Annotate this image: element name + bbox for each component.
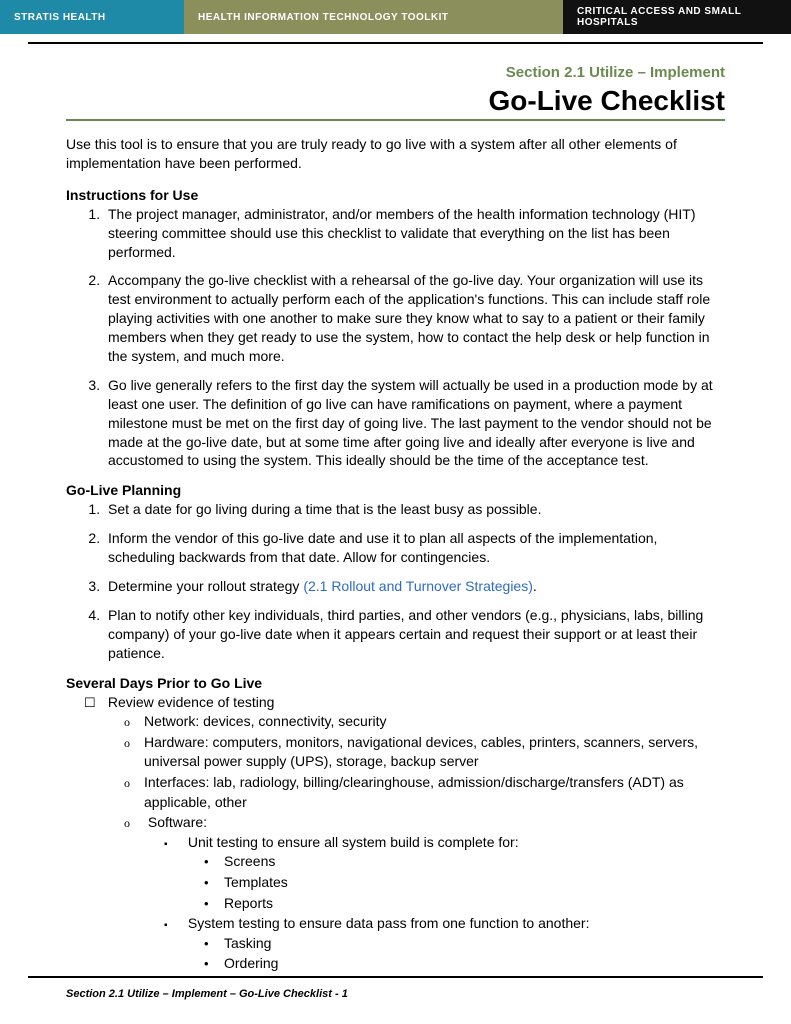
content-area: Section 2.1 Utilize – Implement Go-Live …	[0, 44, 791, 1015]
header-brand: STRATIS HEALTH	[0, 0, 184, 34]
circle-list: Network: devices, connectivity, security…	[104, 712, 725, 974]
checkbox-label: Review evidence of testing	[108, 694, 275, 710]
square-list: Unit testing to ensure all system build …	[144, 833, 725, 974]
list-item: System testing to ensure data pass from …	[184, 914, 725, 974]
list-item: Plan to notify other key individuals, th…	[104, 606, 725, 663]
text: Determine your rollout strategy	[108, 578, 303, 594]
title-underline	[66, 119, 725, 121]
planning-list: Set a date for go living during a time t…	[66, 500, 725, 662]
footer-rule	[28, 976, 763, 978]
checkbox-item: Review evidence of testing Network: devi…	[104, 693, 725, 974]
text: System testing to ensure data pass from …	[188, 915, 590, 931]
intro-paragraph: Use this tool is to ensure that you are …	[66, 135, 725, 173]
list-item: Ordering	[224, 954, 725, 974]
list-item: Hardware: computers, monitors, navigatio…	[144, 733, 725, 772]
bullet-list: Screens Templates Reports	[184, 852, 725, 913]
list-item: The project manager, administrator, and/…	[104, 205, 725, 262]
header-bar: STRATIS HEALTH HEALTH INFORMATION TECHNO…	[0, 0, 791, 34]
list-item: Templates	[224, 873, 725, 893]
list-item: Determine your rollout strategy (2.1 Rol…	[104, 577, 725, 596]
list-item: Reports	[224, 894, 725, 914]
bullet-list: Tasking Ordering	[184, 934, 725, 974]
footer-text: Section 2.1 Utilize – Implement – Go-Liv…	[66, 988, 348, 1000]
rollout-link[interactable]: (2.1 Rollout and Turnover Strategies)	[303, 578, 533, 594]
list-item: Go live generally refers to the first da…	[104, 376, 725, 470]
list-item: Network: devices, connectivity, security	[144, 712, 725, 732]
list-item: Set a date for go living during a time t…	[104, 500, 725, 519]
header-center: HEALTH INFORMATION TECHNOLOGY TOOLKIT	[184, 0, 563, 34]
list-item: Software: Unit testing to ensure all sys…	[144, 813, 725, 974]
planning-heading: Go-Live Planning	[66, 482, 725, 498]
section-label: Section 2.1 Utilize – Implement	[66, 64, 725, 81]
document-page: STRATIS HEALTH HEALTH INFORMATION TECHNO…	[0, 0, 791, 1024]
checkbox-list: Review evidence of testing Network: devi…	[66, 693, 725, 974]
text: Unit testing to ensure all system build …	[188, 834, 519, 850]
list-item: Unit testing to ensure all system build …	[184, 833, 725, 913]
page-title: Go-Live Checklist	[66, 85, 725, 117]
instructions-list: The project manager, administrator, and/…	[66, 205, 725, 471]
instructions-heading: Instructions for Use	[66, 187, 725, 203]
list-item: Tasking	[224, 934, 725, 954]
list-item: Inform the vendor of this go-live date a…	[104, 529, 725, 567]
text: Software:	[148, 814, 207, 830]
days-prior-heading: Several Days Prior to Go Live	[66, 675, 725, 691]
list-item: Interfaces: lab, radiology, billing/clea…	[144, 773, 725, 812]
list-item: Screens	[224, 852, 725, 872]
list-item: Accompany the go-live checklist with a r…	[104, 271, 725, 365]
text: .	[533, 578, 537, 594]
header-right: CRITICAL ACCESS AND SMALL HOSPITALS	[563, 0, 791, 34]
